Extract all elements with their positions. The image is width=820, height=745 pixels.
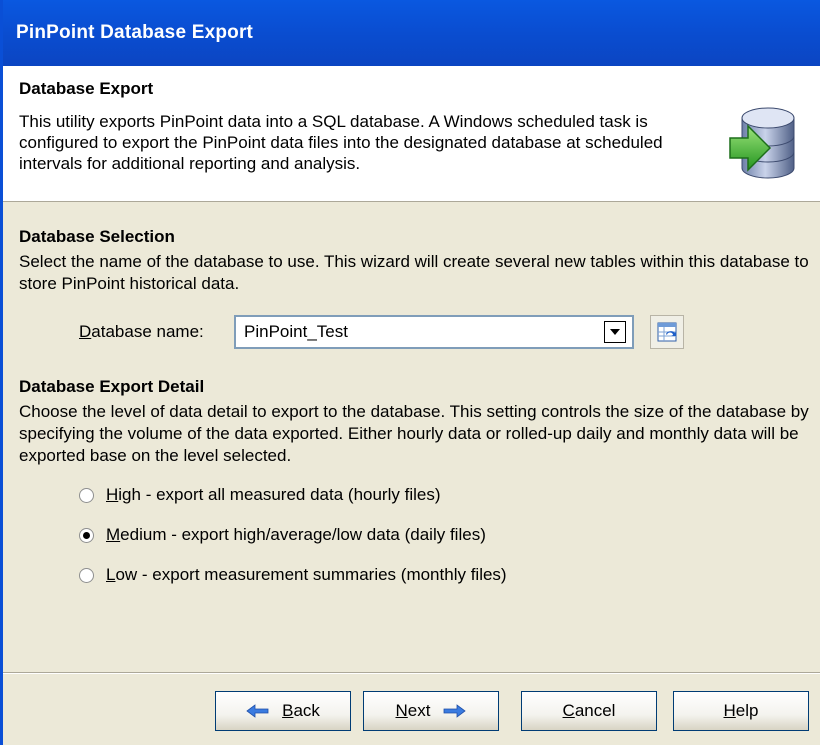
database-name-row: Database name: PinPoint_Test (79, 313, 820, 351)
next-label: Next (396, 701, 431, 721)
radio-button-low[interactable] (79, 567, 94, 583)
radio-label-medium: Medium - export high/average/low data (d… (106, 525, 486, 545)
database-name-dropdown[interactable]: PinPoint_Test (234, 315, 634, 349)
back-accelerator: B (282, 701, 294, 720)
help-accelerator: H (723, 701, 736, 720)
back-button[interactable]: Back (215, 691, 351, 731)
header-panel: Database Export This utility exports Pin… (3, 66, 820, 202)
database-name-label: Database name: (79, 322, 234, 342)
radio-button-medium[interactable] (79, 527, 94, 543)
cancel-accelerator: C (562, 701, 575, 720)
back-label: Back (282, 701, 320, 721)
cancel-text: ancel (574, 701, 616, 720)
label-accelerator: D (79, 322, 92, 341)
database-selection-description: Select the name of the database to use. … (19, 252, 809, 293)
option-text-low: ow - export measurement summaries (month… (115, 565, 507, 584)
option-text-high: igh - export all measured data (hourly f… (118, 485, 441, 504)
export-detail-description: Choose the level of data detail to expor… (19, 402, 809, 465)
radio-label-low: Low - export measurement summaries (mont… (106, 565, 507, 585)
header-description: This utility exports PinPoint data into … (19, 112, 663, 173)
database-selection-title: Database Selection (19, 227, 175, 246)
option-text-medium: edium - export high/average/low data (da… (120, 525, 486, 544)
accelerator-high: H (106, 485, 119, 504)
back-text: ack (293, 701, 320, 720)
label-text: atabase name: (91, 322, 204, 341)
cancel-label: Cancel (563, 701, 616, 721)
help-text: elp (735, 701, 759, 720)
radio-button-high[interactable] (79, 487, 94, 503)
database-export-icon (729, 107, 795, 179)
radio-option-high[interactable]: High - export all measured data (hourly … (79, 475, 820, 515)
chevron-down-icon[interactable] (604, 321, 626, 343)
radio-option-medium[interactable]: Medium - export high/average/low data (d… (79, 515, 820, 555)
refresh-database-list-button[interactable] (650, 315, 684, 349)
content-area: Database Selection Select the name of th… (3, 202, 820, 672)
button-bar: Back Next Cancel Help (3, 672, 820, 745)
database-selection-section: Database Selection Select the name of th… (19, 227, 820, 351)
help-label: Help (724, 701, 759, 721)
accelerator-medium: M (106, 525, 121, 544)
export-detail-section: Database Export Detail Choose the level … (19, 377, 820, 595)
arrow-right-icon (444, 704, 467, 718)
wizard-window: PinPoint Database Export Database Export… (0, 0, 820, 745)
database-name-value: PinPoint_Test (244, 322, 348, 341)
export-detail-title: Database Export Detail (19, 377, 205, 396)
help-button[interactable]: Help (673, 691, 809, 731)
refresh-table-icon (657, 322, 677, 342)
next-button[interactable]: Next (363, 691, 499, 731)
window-title: PinPoint Database Export (3, 0, 820, 66)
header-title: Database Export (19, 79, 154, 98)
export-level-radio-group: High - export all measured data (hourly … (79, 475, 820, 595)
radio-option-low[interactable]: Low - export measurement summaries (mont… (79, 555, 820, 595)
next-text: ext (407, 701, 431, 720)
arrow-left-icon (246, 704, 269, 718)
next-accelerator: N (395, 701, 408, 720)
radio-label-high: High - export all measured data (hourly … (106, 485, 440, 505)
cancel-button[interactable]: Cancel (521, 691, 657, 731)
